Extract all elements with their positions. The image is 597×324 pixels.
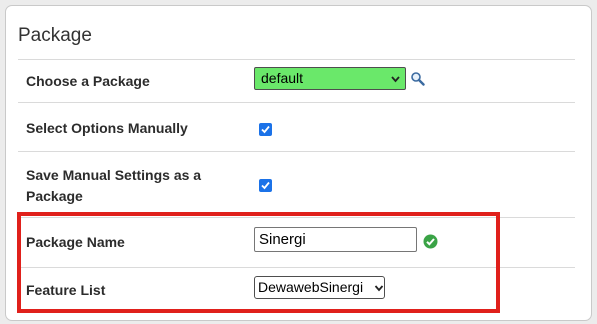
row-save-manual-settings: Save Manual Settings as a Package bbox=[18, 151, 575, 217]
magnifier-icon[interactable] bbox=[410, 71, 425, 86]
choose-package-label: Choose a Package bbox=[26, 73, 150, 89]
save-manual-settings-checkbox[interactable] bbox=[259, 179, 272, 192]
section-title: Package bbox=[18, 25, 92, 46]
row-select-options-manually: Select Options Manually bbox=[18, 102, 575, 151]
chevron-down-icon bbox=[391, 76, 400, 83]
select-options-manually-label: Select Options Manually bbox=[26, 120, 188, 136]
save-manual-settings-label-line1: Save Manual Settings as a bbox=[26, 167, 202, 183]
package-select[interactable]: default bbox=[254, 67, 406, 90]
select-options-manually-checkbox[interactable] bbox=[259, 123, 272, 136]
checkmark-icon bbox=[261, 125, 270, 134]
annotation-highlight-box bbox=[17, 212, 500, 313]
package-select-value: default bbox=[261, 70, 304, 86]
checkmark-icon bbox=[261, 181, 270, 190]
save-manual-settings-label-line2: Package bbox=[26, 188, 83, 204]
